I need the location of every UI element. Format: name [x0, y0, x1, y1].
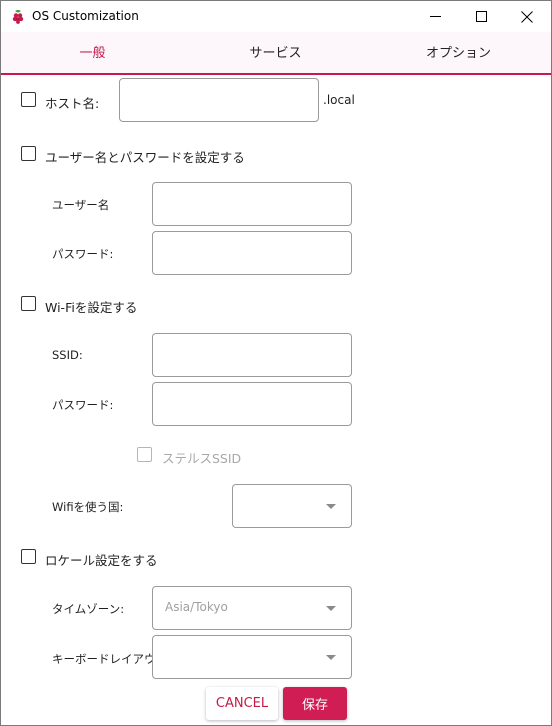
tab-bar: 一般 サービス オプション [1, 32, 551, 75]
hostname-label: ホスト名: [45, 96, 100, 111]
stealth-ssid-checkbox[interactable] [137, 447, 152, 462]
username-label: ユーザー名 [52, 198, 110, 212]
set-wifi-label: Wi-Fiを設定する [45, 300, 138, 315]
title-bar: OS Customization [1, 1, 551, 32]
hostname-input[interactable] [119, 78, 319, 122]
maximize-icon [475, 11, 487, 22]
keyboard-layout-select[interactable] [152, 635, 352, 679]
chevron-down-icon [326, 655, 336, 660]
cancel-button[interactable]: CANCEL [206, 687, 278, 720]
wifi-password-input[interactable] [152, 382, 352, 426]
user-password-input[interactable] [152, 231, 352, 275]
maximize-button[interactable] [458, 1, 504, 32]
set-wifi-checkbox[interactable] [21, 296, 36, 311]
wifi-password-label: パスワード: [52, 398, 114, 412]
set-locale-checkbox[interactable] [21, 549, 36, 564]
tab-general[interactable]: 一般 [1, 32, 184, 73]
timezone-label: タイムゾーン: [52, 602, 125, 616]
chevron-down-icon [326, 606, 336, 611]
timezone-value: Asia/Tokyo [165, 600, 228, 614]
user-password-label: パスワード: [52, 247, 114, 261]
set-user-checkbox[interactable] [21, 146, 36, 161]
username-input[interactable] [152, 182, 352, 226]
customization-window: OS Customization 一般 サービス オプション ホスト名: .lo… [0, 0, 552, 726]
set-locale-label: ロケール設定をする [45, 553, 158, 568]
wifi-country-label: Wifiを使う国: [52, 500, 124, 514]
stealth-ssid-label: ステルスSSID [162, 451, 242, 466]
wifi-country-select[interactable] [232, 484, 352, 528]
hostname-checkbox[interactable] [21, 92, 36, 107]
ssid-input[interactable] [152, 333, 352, 377]
ssid-label: SSID: [52, 348, 83, 362]
hostname-suffix: .local [323, 93, 355, 107]
window-title: OS Customization [32, 9, 139, 23]
minimize-button[interactable] [412, 1, 458, 32]
chevron-down-icon [326, 504, 336, 509]
tab-services[interactable]: サービス [184, 32, 367, 73]
minimize-icon [429, 16, 441, 17]
timezone-select[interactable]: Asia/Tokyo [152, 586, 352, 630]
raspberry-pi-icon [12, 10, 24, 24]
close-button[interactable] [504, 1, 550, 32]
save-button[interactable]: 保存 [283, 687, 347, 720]
tab-options[interactable]: オプション [367, 32, 550, 73]
close-icon [521, 10, 533, 23]
set-user-label: ユーザー名とパスワードを設定する [45, 150, 245, 165]
